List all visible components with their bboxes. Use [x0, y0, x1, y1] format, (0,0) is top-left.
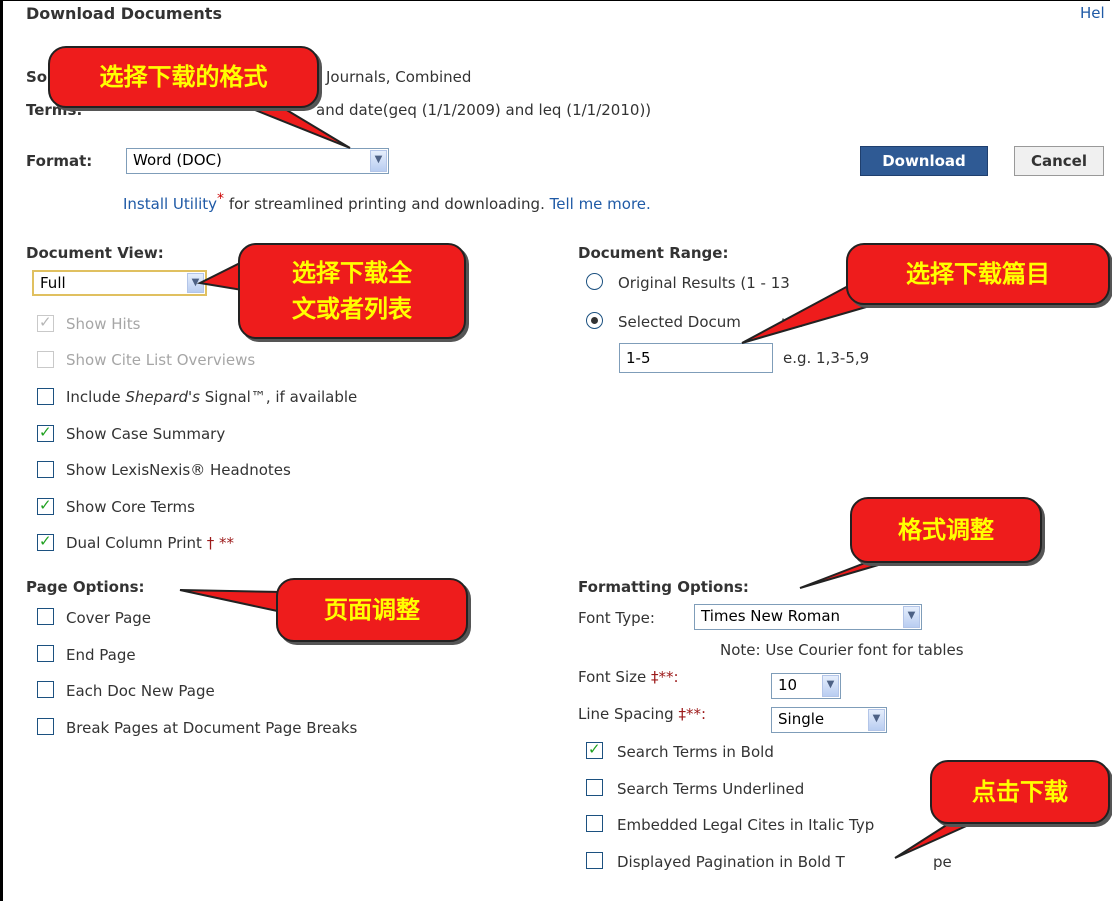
font-size-label-wrap: Font Size ‡**: — [578, 668, 679, 686]
search-terms-bold-label: Search Terms in Bold — [617, 743, 774, 761]
chevron-down-icon: ▼ — [822, 675, 839, 697]
selected-documents-tail: nts — [781, 313, 805, 331]
shepards-post: Signal™, if available — [199, 388, 358, 406]
break-pages-checkbox[interactable] — [37, 718, 54, 735]
install-text: for streamlined printing and downloading… — [228, 195, 545, 213]
legal-cites-italic-checkbox[interactable] — [586, 815, 603, 832]
range-example: e.g. 1,3-5,9 — [783, 349, 870, 367]
line-spacing-label-wrap: Line Spacing ‡**: — [578, 705, 706, 723]
show-hits-checkbox[interactable] — [37, 313, 54, 332]
end-page-label: End Page — [66, 646, 136, 664]
show-hits-label: Show Hits — [66, 315, 141, 333]
chevron-down-icon: ▼ — [903, 606, 920, 628]
chevron-down-icon: ▼ — [370, 150, 387, 172]
install-asterisk: * — [217, 191, 225, 207]
font-size-value: 10 — [778, 676, 798, 694]
font-size-label: Font Size — [578, 668, 647, 686]
show-cite-list-checkbox[interactable] — [37, 351, 54, 368]
page-callout: 页面调整 — [276, 578, 468, 642]
font-size-select[interactable]: 10 ▼ — [771, 673, 841, 699]
terms-value: and date(geq (1/1/2009) and leq (1/1/201… — [316, 101, 652, 119]
chevron-down-icon: ▼ — [868, 709, 885, 731]
formatting-callout: 格式调整 — [850, 497, 1042, 563]
dual-column-mark: † ** — [206, 534, 234, 552]
selected-documents-label: Selected Docum — [618, 313, 741, 331]
font-type-select[interactable]: Times New Roman ▼ — [694, 604, 922, 630]
original-results-radio[interactable] — [586, 273, 603, 290]
shepards-signal-label: Include Shepard's Signal™, if available — [66, 388, 357, 406]
core-terms-label: Show Core Terms — [66, 498, 195, 516]
case-summary-label: Show Case Summary — [66, 425, 226, 443]
dual-column-label: Dual Column Print † ** — [66, 534, 234, 552]
chevron-down-icon: ▼ — [187, 273, 204, 293]
headnotes-checkbox[interactable] — [37, 461, 54, 478]
dual-column-text: Dual Column Print — [66, 534, 202, 552]
shepards-italic: Shepard's — [125, 388, 200, 406]
selected-documents-radio[interactable] — [586, 312, 603, 329]
line-spacing-mark: ‡**: — [678, 705, 707, 723]
help-link[interactable]: Hel — [1080, 4, 1105, 22]
document-view-select[interactable]: Full ▼ — [32, 270, 207, 296]
download-callout: 点击下载 — [930, 760, 1110, 824]
dual-column-checkbox[interactable] — [37, 532, 54, 551]
download-button[interactable]: Download — [860, 146, 988, 176]
headnotes-label: Show LexisNexis® Headnotes — [66, 461, 291, 479]
pagination-bold-label: Displayed Pagination in Bold T — [617, 853, 845, 871]
source-value: Journals, Combined — [326, 68, 472, 86]
original-results-label: Original Results (1 - 13 — [618, 274, 790, 292]
document-view-value: Full — [40, 274, 66, 292]
page-title: Download Documents — [26, 4, 222, 23]
format-callout: 选择下载的格式 — [48, 46, 319, 108]
view-callout-line2: 文或者列表 — [292, 295, 412, 323]
format-label: Format: — [26, 152, 93, 170]
case-summary-checkbox[interactable] — [37, 423, 54, 442]
tell-me-more-link[interactable]: Tell me more. — [550, 195, 651, 213]
search-terms-underlined-checkbox[interactable] — [586, 779, 603, 796]
formatting-options-title: Formatting Options: — [578, 578, 749, 596]
search-terms-underlined-label: Search Terms Underlined — [617, 780, 805, 798]
format-select[interactable]: Word (DOC) ▼ — [126, 148, 389, 174]
source-label: So — [26, 68, 48, 86]
search-terms-bold-checkbox[interactable] — [586, 740, 603, 759]
end-page-checkbox[interactable] — [37, 645, 54, 662]
format-select-value: Word (DOC) — [133, 151, 222, 169]
font-size-mark: ‡**: — [651, 668, 679, 686]
each-doc-new-page-label: Each Doc New Page — [66, 682, 215, 700]
shepards-pre: Include — [66, 388, 126, 406]
line-spacing-value: Single — [778, 710, 825, 728]
shepards-signal-checkbox[interactable] — [37, 388, 54, 405]
view-callout-line1: 选择下载全 — [292, 259, 412, 287]
font-type-label: Font Type: — [578, 609, 655, 627]
range-callout: 选择下载篇目 — [846, 243, 1110, 305]
line-spacing-label: Line Spacing — [578, 705, 674, 723]
break-pages-label: Break Pages at Document Page Breaks — [66, 719, 358, 737]
legal-cites-italic-label: Embedded Legal Cites in Italic Typ — [617, 816, 875, 834]
line-spacing-select[interactable]: Single ▼ — [771, 707, 887, 733]
install-line: Install Utility* for streamlined printin… — [123, 191, 651, 213]
font-type-value: Times New Roman — [701, 607, 841, 625]
document-range-title: Document Range: — [578, 244, 729, 262]
page-options-title: Page Options: — [26, 578, 145, 596]
view-callout: 选择下载全 文或者列表 — [238, 243, 466, 339]
core-terms-checkbox[interactable] — [37, 496, 54, 515]
each-doc-new-page-checkbox[interactable] — [37, 681, 54, 698]
show-cite-list-label: Show Cite List Overviews — [66, 351, 256, 369]
cover-page-label: Cover Page — [66, 609, 152, 627]
document-range-input[interactable]: 1-5 — [619, 343, 773, 373]
pagination-bold-checkbox[interactable] — [586, 852, 603, 869]
install-utility-link[interactable]: Install Utility — [123, 195, 217, 213]
pagination-bold-tail: pe — [933, 853, 952, 871]
cover-page-checkbox[interactable] — [37, 608, 54, 625]
cancel-button[interactable]: Cancel — [1014, 146, 1104, 176]
document-view-title: Document View: — [26, 244, 164, 262]
font-note: Note: Use Courier font for tables — [720, 641, 964, 659]
